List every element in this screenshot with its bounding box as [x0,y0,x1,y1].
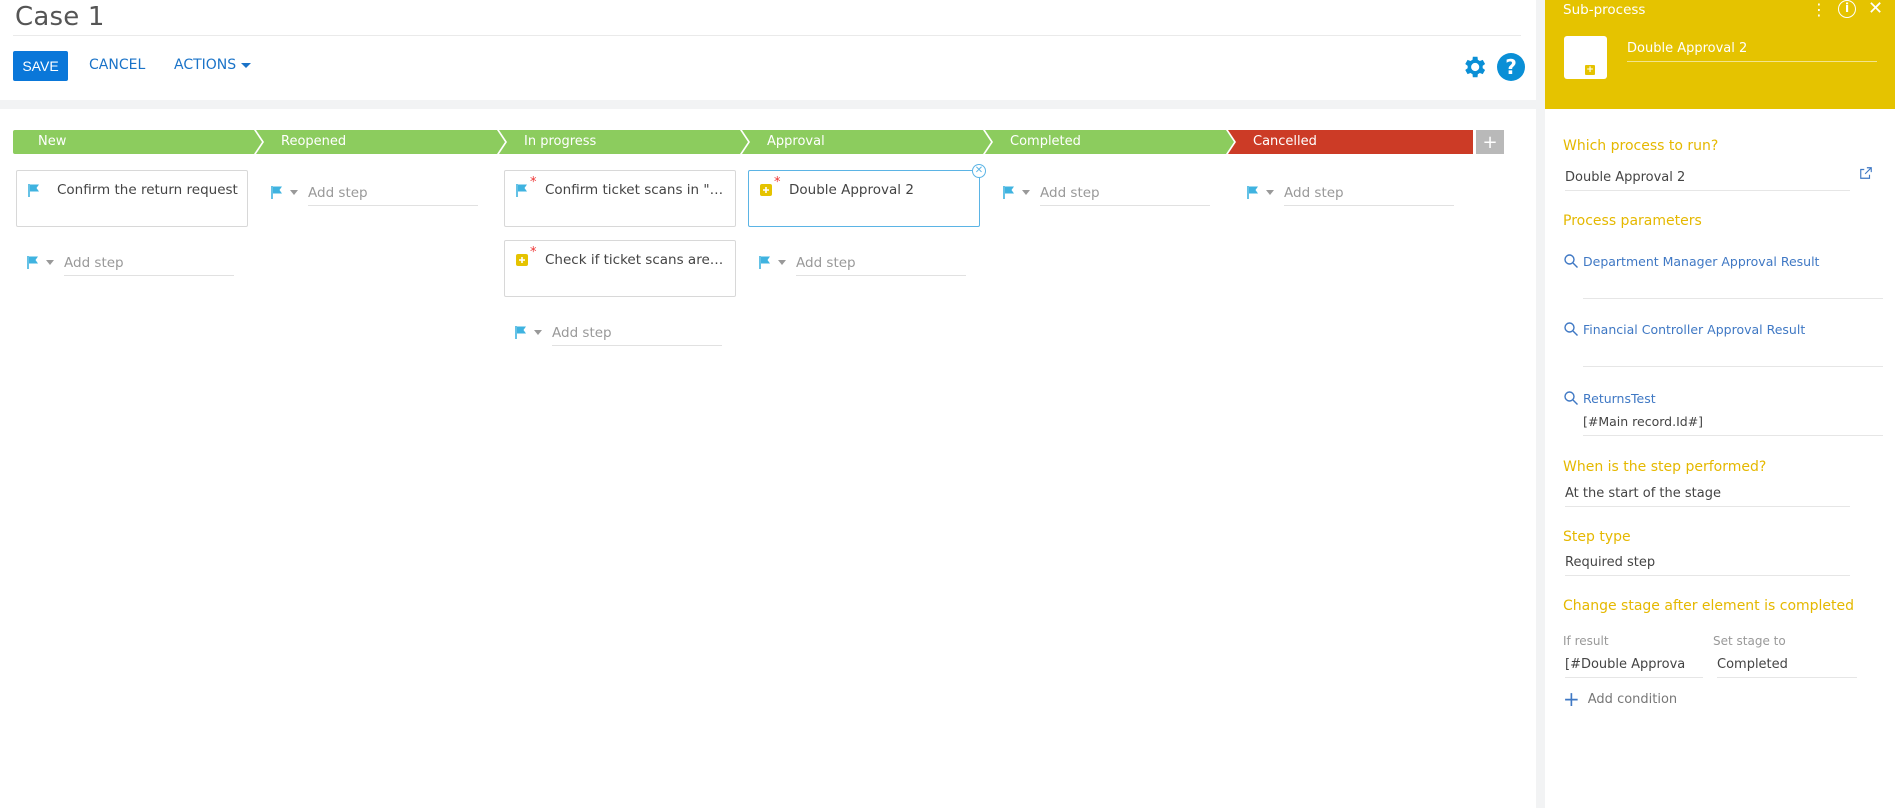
cancel-button[interactable]: CANCEL [89,57,145,73]
actions-dropdown[interactable]: ACTIONS [174,57,252,73]
subprocess-icon: + [1564,36,1607,79]
step-card-check-ticket-scans[interactable]: * Check if ticket scans are att... [504,240,736,297]
chevron-down-icon [241,62,252,68]
stage-label: Completed [1010,134,1081,149]
if-result-field[interactable]: [#Double Approva [1565,657,1703,678]
which-process-field[interactable]: Double Approval 2 [1565,170,1850,191]
save-button[interactable]: SAVE [13,51,68,81]
stage-label: Reopened [281,134,347,149]
chevron-down-icon [46,260,54,265]
flag-icon [515,326,526,339]
stage-new[interactable]: New [13,130,264,154]
stage-reopened[interactable]: Reopened [256,130,507,154]
stage-label: Approval [767,134,825,149]
add-condition-button[interactable]: + Add condition [1563,687,1678,711]
stage-label: New [38,134,67,149]
flag-icon [271,186,282,199]
flag-icon [516,184,527,197]
set-stage-field[interactable]: Completed [1717,657,1857,678]
add-stage-button[interactable]: + [1476,130,1504,154]
panel-title: Sub-process [1563,2,1646,18]
stage-label: Cancelled [1253,134,1317,149]
panel-header: Sub-process ⋮ i ✕ + Double Approval 2 [1545,0,1895,109]
param-name: ReturnsTest [1583,391,1656,406]
flag-icon [1247,186,1258,199]
kebab-icon[interactable]: ⋮ [1811,0,1827,19]
required-marker: * [530,245,537,260]
subprocess-icon [760,184,772,196]
stage-approval[interactable]: Approval [742,130,993,154]
close-icon[interactable]: ✕ [1868,0,1883,19]
param-value-field[interactable]: [#Main record.Id#] [1583,414,1883,436]
search-icon[interactable] [1563,321,1579,337]
add-step-approval[interactable]: Add step [748,249,980,276]
param-name: Financial Controller Approval Result [1583,322,1806,337]
subprocess-icon [516,254,528,266]
case-designer-canvas: New Reopened In progress Approval Completed C… [0,109,1536,808]
step-card-confirm-return[interactable]: Confirm the return request [16,170,248,227]
step-title: Double Approval 2 [789,182,914,198]
stage-label: In progress [524,134,597,149]
add-step-label: Add step [308,185,478,206]
when-performed-field[interactable]: At the start of the stage [1565,486,1850,507]
add-step-label: Add step [1284,185,1454,206]
step-title: Confirm the return request [57,182,238,198]
process-params-label: Process parameters [1563,213,1702,229]
flag-icon [27,256,38,269]
required-marker: * [530,175,537,190]
step-title: Confirm ticket scans in "Att... [545,182,727,198]
change-stage-label: Change stage after element is completed [1563,598,1855,614]
chevron-down-icon [534,330,542,335]
param-value-field[interactable] [1583,277,1883,299]
help-icon[interactable]: ? [1497,53,1525,81]
add-step-new[interactable]: Add step [16,249,248,276]
add-condition-label: Add condition [1587,691,1678,707]
main-area: Case 1 SAVE CANCEL ACTIONS ? New Reopened… [0,0,1536,808]
info-icon[interactable]: i [1838,0,1856,18]
param-name: Department Manager Approval Result [1583,254,1820,269]
required-marker: * [774,175,781,190]
which-process-label: Which process to run? [1563,138,1719,154]
set-stage-label: Set stage to [1713,634,1786,648]
step-card-confirm-ticket-scans[interactable]: * Confirm ticket scans in "Att... [504,170,736,227]
sub-process-panel: Sub-process ⋮ i ✕ + Double Approval 2 Wh… [1545,0,1895,808]
title-divider [13,35,1521,36]
add-step-label: Add step [552,325,722,346]
page-title: Case 1 [15,2,105,32]
close-icon[interactable]: ✕ [972,164,986,178]
gear-icon[interactable] [1460,53,1488,81]
actions-label: ACTIONS [174,57,237,73]
step-type-label: Step type [1563,529,1631,545]
stage-in-progress[interactable]: In progress [499,130,750,154]
external-link-icon[interactable] [1859,166,1873,180]
chevron-down-icon [778,260,786,265]
search-icon[interactable] [1563,390,1579,406]
chevron-down-icon [1022,190,1030,195]
subprocess-mini-icon: + [1585,65,1595,75]
flag-icon [1003,186,1014,199]
step-card-double-approval[interactable]: * Double Approval 2 ✕ [748,164,986,227]
add-step-label: Add step [796,255,966,276]
add-step-completed[interactable]: Add step [992,179,1224,206]
if-result-label: If result [1563,634,1609,648]
search-icon[interactable] [1563,253,1579,269]
add-step-reopened[interactable]: Add step [260,179,492,206]
step-type-field[interactable]: Required step [1565,555,1850,576]
add-step-label: Add step [64,255,234,276]
stage-cancelled[interactable]: Cancelled [1228,130,1479,154]
element-name-field[interactable]: Double Approval 2 [1627,41,1877,62]
when-performed-label: When is the step performed? [1563,459,1767,475]
step-title: Check if ticket scans are att... [545,252,727,268]
add-step-cancelled[interactable]: Add step [1236,179,1468,206]
add-step-in-progress[interactable]: Add step [504,319,736,346]
chevron-down-icon [1266,190,1274,195]
chevron-down-icon [290,190,298,195]
param-value-field[interactable] [1583,345,1883,367]
stage-completed[interactable]: Completed [985,130,1236,154]
flag-icon [759,256,770,269]
flag-icon [28,184,39,197]
plus-icon: + [1563,687,1580,711]
top-bar: Case 1 SAVE CANCEL ACTIONS ? [0,0,1536,100]
add-step-label: Add step [1040,185,1210,206]
